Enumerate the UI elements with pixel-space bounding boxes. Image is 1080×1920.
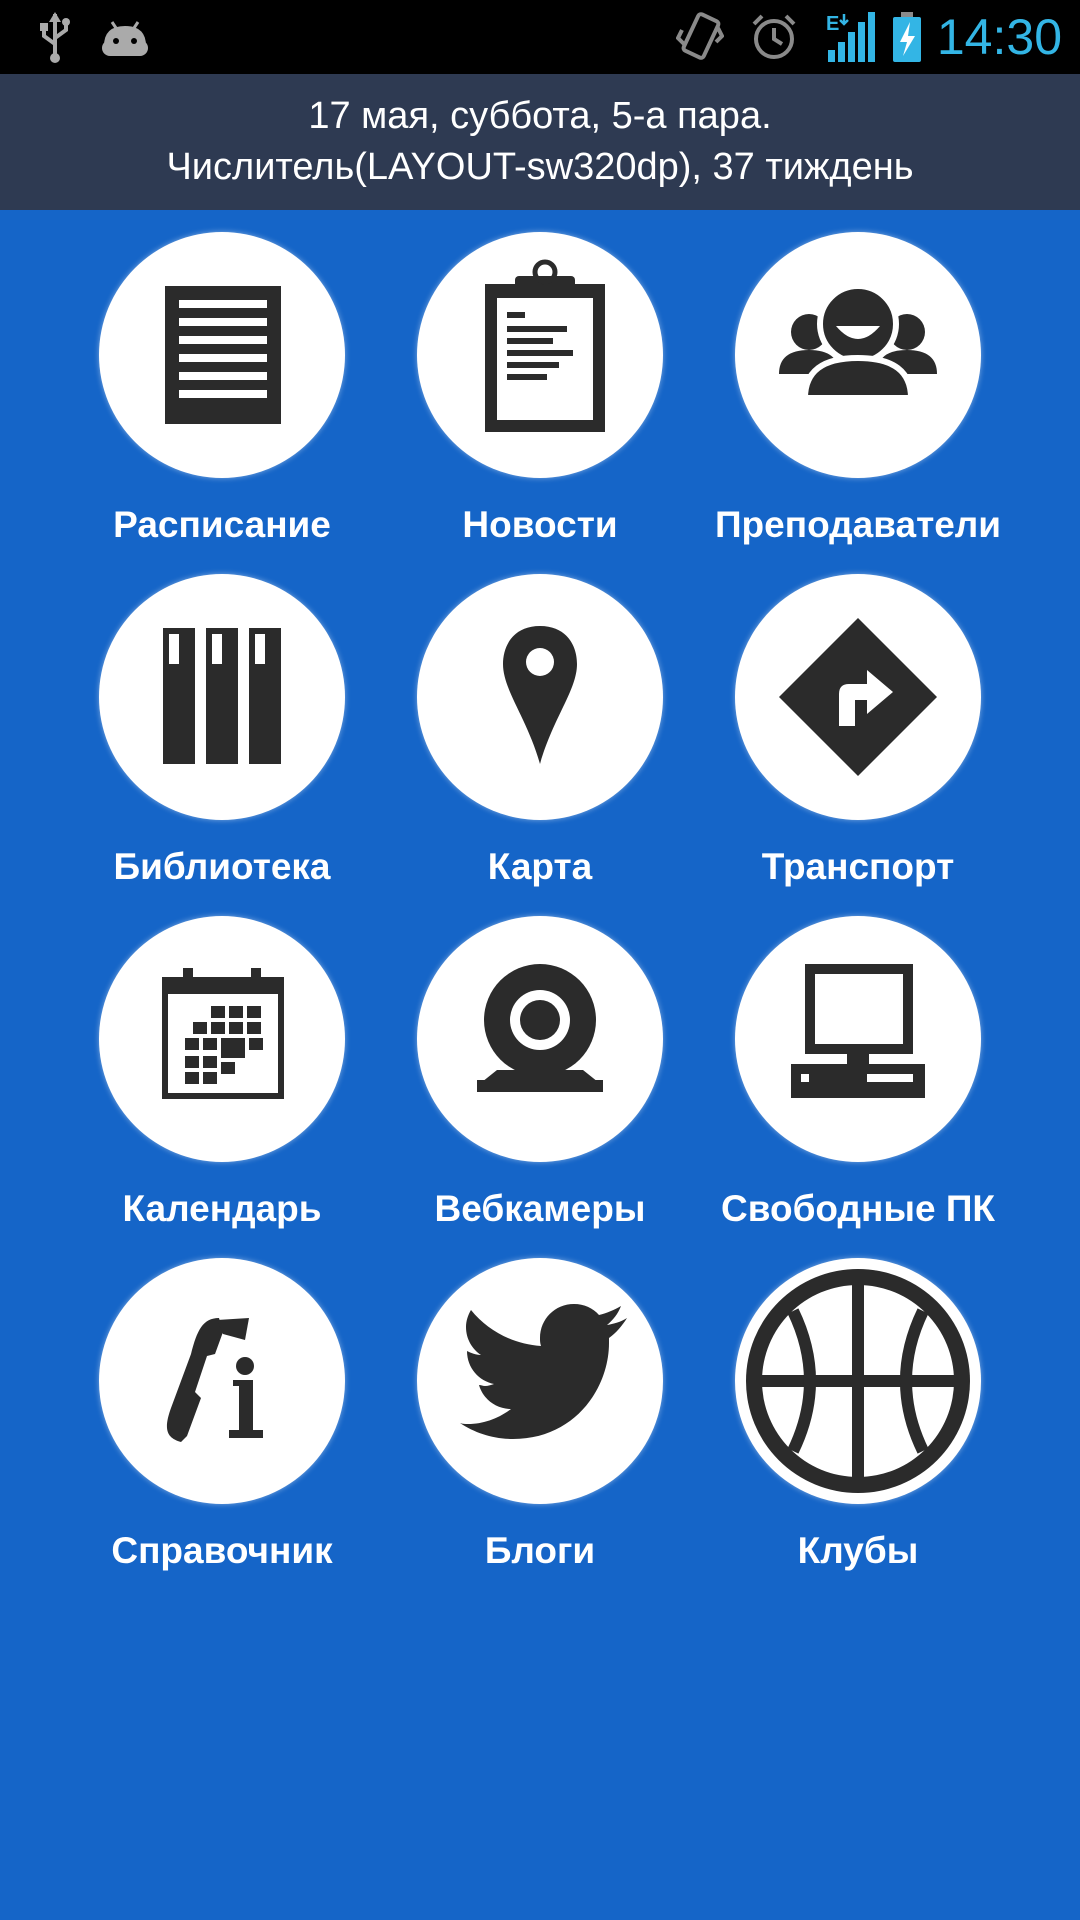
tile-label: Вебкамеры: [434, 1188, 646, 1229]
twitter-bird-icon: [460, 1304, 627, 1439]
tile-circle: [417, 1258, 663, 1504]
header-week-line: Числитель(LAYOUT-sw320dp), 37 тиждень: [166, 146, 914, 188]
tile-transport[interactable]: Транспорт: [699, 552, 1017, 894]
computer-icon: [791, 964, 925, 1098]
tile-circle: [735, 574, 981, 820]
tile-circle: [735, 232, 981, 478]
tile-label: Клубы: [797, 1530, 919, 1571]
tile-label: Библиотека: [113, 846, 331, 887]
svg-text:E: E: [826, 13, 839, 35]
tile-library[interactable]: Библиотека: [63, 552, 381, 894]
tile-circle: [417, 232, 663, 478]
tile-label: Свободные ПК: [720, 1188, 995, 1229]
schedule-header: 17 мая, суббота, 5-а пара. Числитель(LAY…: [0, 74, 1080, 210]
clock-time: 14:30: [936, 9, 1062, 65]
tile-label: Справочник: [111, 1530, 333, 1571]
tile-blogs[interactable]: Блоги: [381, 1236, 699, 1578]
document-icon: [165, 286, 281, 424]
tile-circle: [99, 916, 345, 1162]
tile-circle: [417, 916, 663, 1162]
tile-map[interactable]: Карта: [381, 552, 699, 894]
map-pin-icon: [503, 626, 577, 764]
books-icon: [163, 628, 281, 764]
android-debug-icon: [102, 21, 148, 56]
usb-icon: [40, 12, 70, 63]
tile-circle: [99, 574, 345, 820]
tile-webcams[interactable]: Вебкамеры: [381, 894, 699, 1236]
tile-circle: [735, 1258, 981, 1504]
tile-label: Карта: [487, 846, 593, 887]
tile-news[interactable]: Новости: [381, 210, 699, 552]
tile-label: Новости: [462, 504, 618, 545]
basketball-icon: [746, 1269, 970, 1493]
phone-info-icon: [166, 1318, 263, 1442]
tile-circle: [735, 916, 981, 1162]
tile-clubs[interactable]: Клубы: [699, 1236, 1017, 1578]
header-date-line: 17 мая, суббота, 5-а пара.: [308, 95, 772, 137]
tile-schedule[interactable]: Расписание: [63, 210, 381, 552]
people-icon: [779, 283, 937, 401]
battery-charging-icon: [893, 12, 921, 62]
tile-circle: [99, 232, 345, 478]
direction-sign-icon: [779, 618, 937, 776]
signal-icon: E: [826, 12, 875, 62]
tile-calendar[interactable]: Календарь: [63, 894, 381, 1236]
tile-label: Транспорт: [761, 846, 955, 887]
tile-circle: [99, 1258, 345, 1504]
tile-free-pc[interactable]: Свободные ПК: [699, 894, 1017, 1236]
status-bar: E 14:30: [0, 0, 1080, 74]
webcam-icon: [477, 964, 603, 1092]
tile-teachers[interactable]: Преподаватели: [699, 210, 1017, 552]
clipboard-icon: [485, 259, 605, 432]
calendar-icon: [162, 968, 284, 1099]
tile-label: Расписание: [113, 504, 331, 545]
tile-label: Календарь: [122, 1188, 322, 1229]
tile-label: Преподаватели: [714, 504, 1002, 545]
vibrate-icon: [676, 12, 724, 60]
tile-directory[interactable]: Справочник: [63, 1236, 381, 1578]
alarm-icon: [752, 14, 796, 59]
tile-circle: [417, 574, 663, 820]
tile-label: Блоги: [484, 1530, 596, 1571]
